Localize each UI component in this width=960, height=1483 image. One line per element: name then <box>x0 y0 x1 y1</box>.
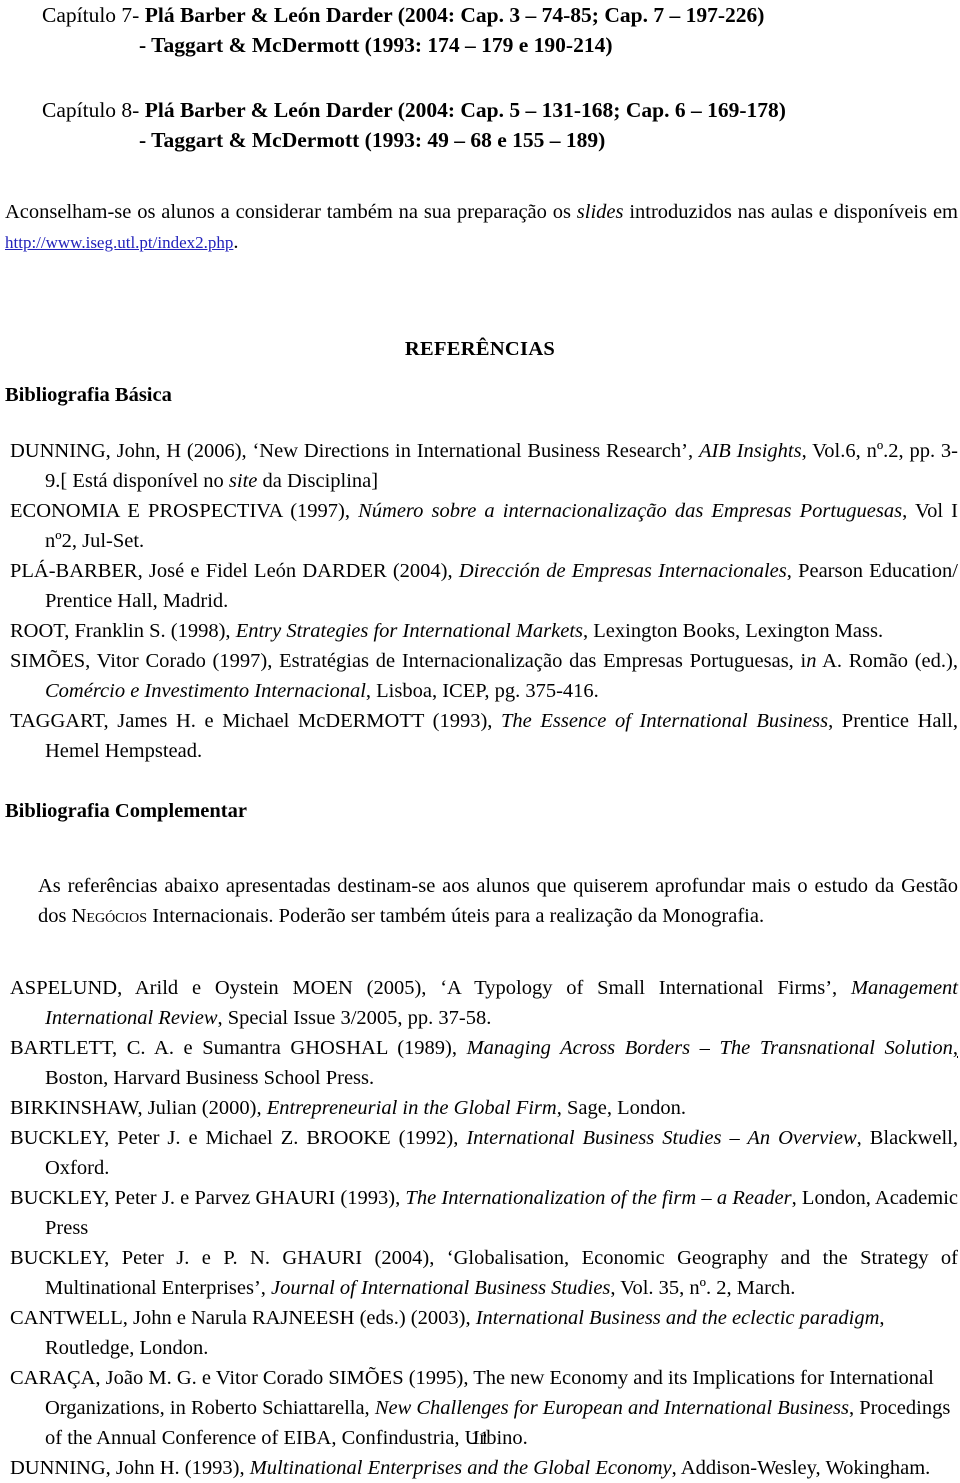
bibliography-entry-text: , Special Issue 3/2005, pp. 37-58. <box>217 1007 492 1029</box>
bibliography-entry-text: Comércio e Investimento Internacional <box>45 680 366 702</box>
bibliography-entry-text: BUCKLEY, Peter J. e Michael Z. BROOKE (1… <box>10 1127 467 1149</box>
bibliography-entry: SIMÕES, Vitor Corado (1997), Estratégias… <box>5 646 958 706</box>
complementary-intro-paragraph: As referências abaixo apresentadas desti… <box>0 871 960 931</box>
bibliography-entry-text: , Sage, London. <box>556 1097 686 1119</box>
basic-bibliography-heading: Bibliografia Básica <box>5 384 172 406</box>
advisory-text-part-1: Aconselham-se os alunos a considerar tam… <box>5 201 577 223</box>
bibliography-entry-text: , Lexington Books, Lexington Mass. <box>583 620 884 642</box>
bibliography-entry: BARTLETT, C. A. e Sumantra GHOSHAL (1989… <box>5 1033 958 1093</box>
bibliography-entry-text: International Business Studies – An Over… <box>466 1127 857 1149</box>
chapter-7-line-2: - Taggart & McDermott (1993: 174 – 179 e… <box>139 33 613 57</box>
bibliography-entry: CANTWELL, John e Narula RAJNEESH (eds.) … <box>5 1303 958 1363</box>
bibliography-entry-text: , Lisboa, ICEP, pg. 375-416. <box>365 680 599 702</box>
bibliography-entry: DUNNING, John, H (2006), ‘New Directions… <box>5 436 958 496</box>
bibliography-entry-text: Número sobre a internacionalização das E… <box>358 500 903 522</box>
chapter-7-line-1: Capítulo 7- Plá Barber & León Darder (20… <box>0 0 960 30</box>
bibliography-entry-text: Managing Across Borders – The Transnatio… <box>466 1037 953 1059</box>
chapter-reading-list: Capítulo 7- Plá Barber & León Darder (20… <box>0 0 960 155</box>
bibliography-entry-text: , Vol. 35, nº. 2, March. <box>610 1277 796 1299</box>
intro-text-part-2: Internacionais. Poderão ser também úteis… <box>147 904 765 927</box>
chapter-8-label: Capítulo 8- <box>42 98 145 122</box>
bibliography-entry-text: , Addison-Wesley, Wokingham. <box>671 1457 931 1479</box>
bibliography-entry-text: ECONOMIA E PROSPECTIVA (1997), <box>10 500 359 522</box>
chapter-7-refs: Plá Barber & León Darder (2004: Cap. 3 –… <box>144 3 765 27</box>
bibliography-entry-text: DUNNING, John H. (1993), <box>10 1457 250 1479</box>
chapter-8-line-2: - Taggart & McDermott (1993: 49 – 68 e 1… <box>139 128 606 152</box>
bibliography-entry-text: TAGGART, James H. e Michael McDERMOTT (1… <box>10 710 501 732</box>
complementary-bibliography-heading: Bibliografia Complementar <box>5 800 247 822</box>
complementary-bibliography-list: ASPELUND, Arild e Oystein MOEN (2005), ‘… <box>0 973 960 1483</box>
bibliography-entry: BUCKLEY, Peter J. e P. N. GHAURI (2004),… <box>5 1243 958 1303</box>
chapter-7-label: Capítulo 7- <box>42 3 145 27</box>
advisory-text-part-3: . <box>233 231 239 253</box>
bibliography-entry: ECONOMIA E PROSPECTIVA (1997), Número so… <box>5 496 958 556</box>
bibliography-entry-text: n <box>806 650 817 672</box>
bibliography-entry-text: da Disciplina] <box>257 470 379 492</box>
bibliography-entry-text: DUNNING, John, H (2006), ‘New Directions… <box>10 440 699 462</box>
bibliography-entry: DUNNING, John H. (1993), Multinational E… <box>5 1453 958 1483</box>
document-page: Capítulo 7- Plá Barber & León Darder (20… <box>0 0 960 1479</box>
bibliography-entry-text: Journal of International Business Studie… <box>271 1277 611 1299</box>
bibliography-entry-text: BUCKLEY, Peter J. e Parvez GHAURI (1993)… <box>10 1187 406 1209</box>
advisory-paragraph: Aconselham-se os alunos a considerar tam… <box>0 197 960 258</box>
bibliography-entry: ASPELUND, Arild e Oystein MOEN (2005), ‘… <box>5 973 958 1033</box>
page-number: 11 <box>470 1428 490 1449</box>
bibliography-entry: TAGGART, James H. e Michael McDERMOTT (1… <box>5 706 958 766</box>
bibliography-entry-text: The Internationalization of the firm – a… <box>405 1187 792 1209</box>
basic-bibliography-list: DUNNING, John, H (2006), ‘New Directions… <box>0 436 960 766</box>
advisory-slides-emphasis: slides <box>576 201 624 223</box>
bibliography-entry: BIRKINSHAW, Julian (2000), Entrepreneuri… <box>5 1093 958 1123</box>
references-section-title: REFERÊNCIAS <box>404 338 556 360</box>
bibliography-entry-text: PLÁ-BARBER, José e Fidel León DARDER (20… <box>10 560 459 582</box>
intro-negocios-word: Negócios <box>71 904 148 927</box>
bibliography-entry-text: Entrepreneurial in the Global Firm <box>266 1097 557 1119</box>
bibliography-entry-text: CANTWELL, John e Narula RAJNEESH (eds.) … <box>10 1307 476 1329</box>
bibliography-entry-text: ASPELUND, Arild e Oystein MOEN (2005), ‘… <box>10 977 851 999</box>
bibliography-entry-text: SIMÕES, Vitor Corado (1997), Estratégias… <box>10 650 807 672</box>
bibliography-entry: ROOT, Franklin S. (1998), Entry Strategi… <box>5 616 958 646</box>
bibliography-entry-text: BARTLETT, C. A. e Sumantra GHOSHAL (1989… <box>10 1037 467 1059</box>
bibliography-entry-text: , <box>952 1037 958 1059</box>
bibliography-entry-text: AIB Insights <box>698 440 802 462</box>
bibliography-entry-text: The Essence of International Business <box>501 710 829 732</box>
bibliography-entry-text: Dirección de Empresas Internacionales <box>458 560 787 582</box>
bibliography-entry: BUCKLEY, Peter J. e Parvez GHAURI (1993)… <box>5 1183 958 1243</box>
bibliography-entry-text: A. Romão (ed.), <box>816 650 958 672</box>
bibliography-entry-text: Boston, Harvard Business School Press. <box>45 1067 375 1089</box>
chapter-8-refs: Plá Barber & León Darder (2004: Cap. 5 –… <box>144 98 786 122</box>
bibliography-entry-text: Multinational Enterprises and the Global… <box>249 1457 672 1479</box>
bibliography-entry-text: International Business and the eclectic … <box>475 1307 880 1329</box>
bibliography-entry-text: site <box>228 470 258 492</box>
bibliography-entry: BUCKLEY, Peter J. e Michael Z. BROOKE (1… <box>5 1123 958 1183</box>
bibliography-entry-text: ROOT, Franklin S. (1998), <box>10 620 236 642</box>
bibliography-entry-text: BIRKINSHAW, Julian (2000), <box>10 1097 267 1119</box>
bibliography-entry: PLÁ-BARBER, José e Fidel León DARDER (20… <box>5 556 958 616</box>
advisory-text-part-2: introduzidos nas aulas e disponíveis em <box>623 201 958 223</box>
iseg-website-link[interactable]: http://www.iseg.utl.pt/index2.php <box>5 233 233 252</box>
bibliography-entry-text: Entry Strategies for International Marke… <box>235 620 584 642</box>
bibliography-entry-text: New Challenges for European and Internat… <box>374 1397 849 1419</box>
chapter-8-line-1: Capítulo 8- Plá Barber & León Darder (20… <box>0 95 960 125</box>
